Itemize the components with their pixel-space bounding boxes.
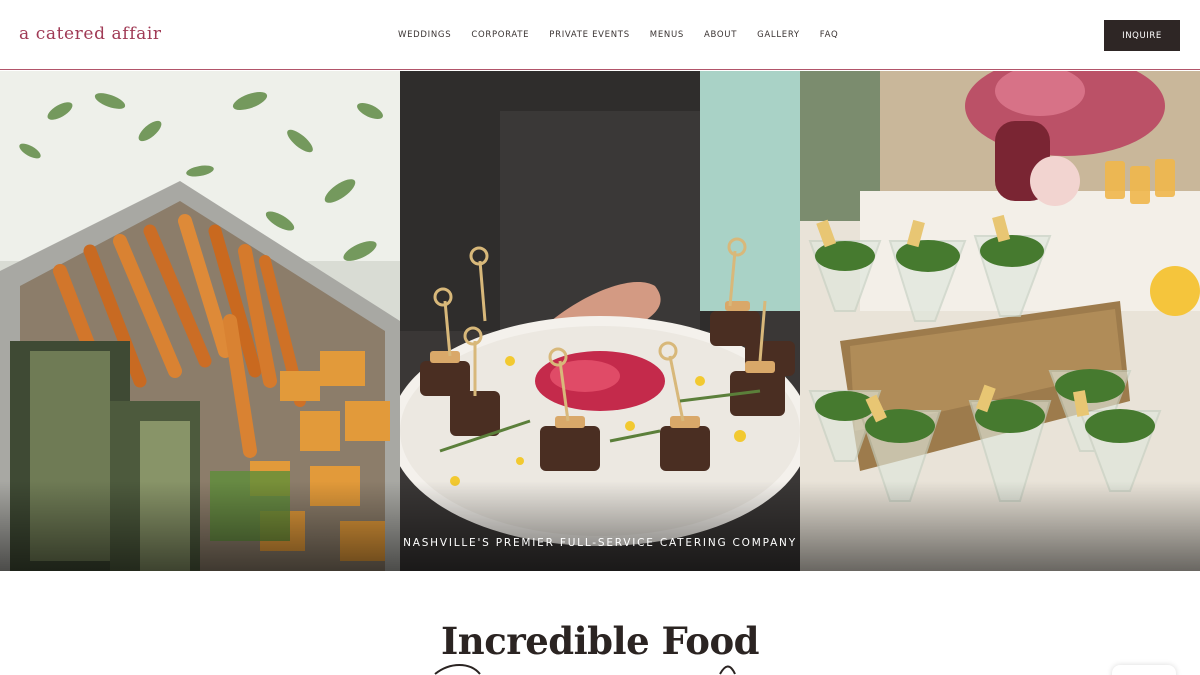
site-header: a catered affair WEDDINGS CORPORATE PRIV… (0, 0, 1200, 70)
chat-widget[interactable] (1112, 665, 1176, 675)
nav-about[interactable]: ABOUT (704, 30, 737, 40)
hero-tagline: NASHVILLE'S PREMIER FULL-SERVICE CATERIN… (403, 537, 797, 549)
script-heading-fragment (434, 664, 736, 675)
main-nav: WEDDINGS CORPORATE PRIVATE EVENTS MENUS … (398, 30, 858, 40)
nav-private-events[interactable]: PRIVATE EVENTS (549, 30, 630, 40)
intro-heading: Incredible Food (440, 619, 760, 663)
nav-menus[interactable]: MENUS (650, 30, 684, 40)
nav-corporate[interactable]: CORPORATE (471, 30, 529, 40)
nav-faq[interactable]: FAQ (820, 30, 839, 40)
hero-banner: NASHVILLE'S PREMIER FULL-SERVICE CATERIN… (0, 71, 1200, 571)
nav-weddings[interactable]: WEDDINGS (398, 30, 451, 40)
inquire-button[interactable]: INQUIRE (1104, 20, 1180, 51)
hero-overlay (0, 481, 1200, 571)
nav-gallery[interactable]: GALLERY (757, 30, 800, 40)
site-logo[interactable]: a catered affair (19, 24, 162, 44)
